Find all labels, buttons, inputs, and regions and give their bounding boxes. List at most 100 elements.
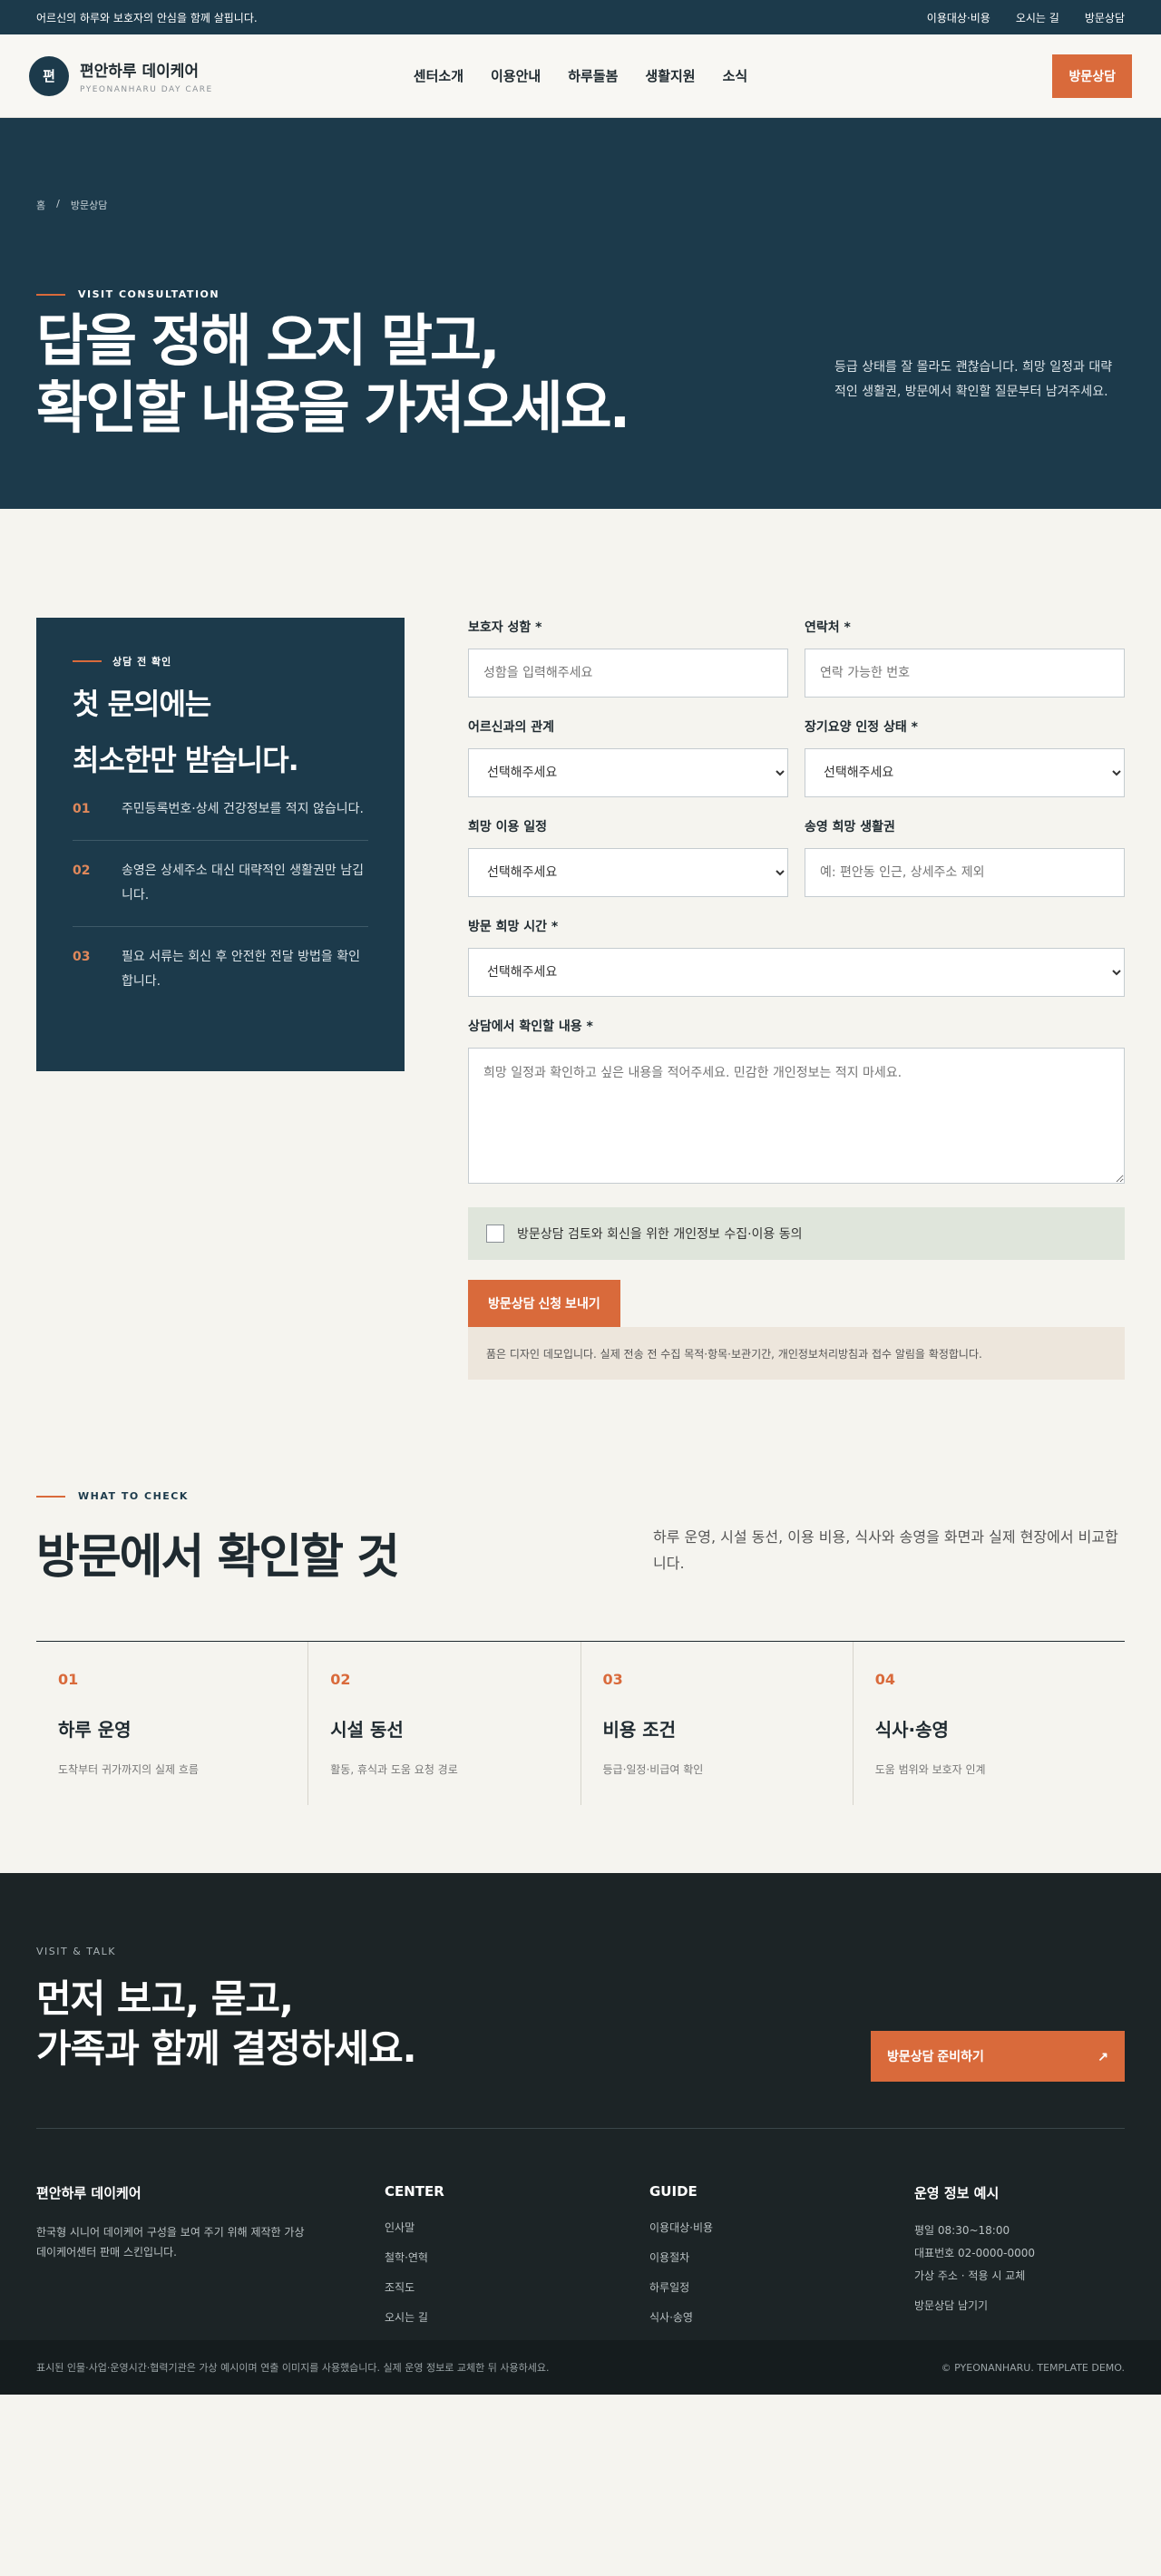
nav-item-support[interactable]: 생활지원 (645, 66, 695, 85)
footer-link[interactable]: 방문상담 남기기 (914, 2298, 1035, 2313)
check-item: 04 식사·송영도움 범위와 보호자 인계 (854, 1642, 1125, 1805)
breadcrumb-home[interactable]: 홈 (36, 198, 45, 212)
check-title: 방문에서 확인할 것 (36, 1530, 400, 1585)
check-eyebrow: WHAT TO CHECK (36, 1490, 1125, 1502)
check-item-desc: 도움 범위와 보호자 인계 (874, 1763, 986, 1776)
check-item: 02 시설 동선활동, 휴식과 도움 요청 경로 (308, 1642, 581, 1805)
form-section: 상담 전 확인 첫 문의에는최소한만 받습니다. 01 주민등록번호·상세 건강정… (0, 509, 1161, 1490)
check-item-number: 02 (330, 1671, 351, 1688)
topbar-message: 어르신의 하루와 보호자의 안심을 함께 살핍니다. (36, 11, 258, 24)
list-item: 03 필요 서류는 회신 후 안전한 전달 방법을 확인합니다. (73, 926, 368, 1012)
schedule-select[interactable]: 선택해주세요 (468, 848, 788, 897)
content-textarea[interactable] (468, 1048, 1125, 1184)
footer-col-title: CENTER (385, 2183, 444, 2200)
footer: VISIT & TALK 먼저 보고, 묻고, 가족과 함께 결정하세요. 방문상… (0, 1873, 1161, 2395)
check-item-desc: 등급·일정·비급여 확인 (602, 1763, 704, 1776)
content-label: 상담에서 확인할 내용 * (468, 1020, 593, 1034)
footer-info: 평일 08:30~18:00 (914, 2224, 1010, 2237)
footer-col-title: 운영 정보 예시 (914, 2185, 1000, 2201)
side-list: 01 주민등록번호·상세 건강정보를 적지 않습니다. 02 송영은 상세주소 대신… (73, 797, 368, 1012)
time-select[interactable]: 선택해주세요 (468, 948, 1125, 997)
check-item-number: 01 (58, 1671, 79, 1688)
form-notice: 품은 디자인 데모입니다. 실제 전송 전 수집 목적·항목·보관기간, 개인정… (468, 1327, 1125, 1380)
footer-disclaimer: 표시된 인물·사업·운영시간·협력기관은 가상 예시이며 연출 이미지를 사용했… (36, 2362, 550, 2374)
footer-visit-label: 방문상담 준비하기 (887, 2049, 984, 2064)
area-input[interactable] (805, 848, 1125, 897)
check-description: 하루 운영, 시설 동선, 이용 비용, 식사와 송영을 화면과 실제 현장에서… (653, 1528, 1118, 1572)
footer-copyright: © PYEONANHARU. TEMPLATE DEMO. (941, 2361, 1125, 2374)
side-card: 상담 전 확인 첫 문의에는최소한만 받습니다. 01 주민등록번호·상세 건강정… (36, 618, 405, 1071)
footer-link[interactable]: 하루일정 (649, 2279, 914, 2295)
footer-info: 가상 주소 · 적용 시 교체 (914, 2269, 1026, 2282)
guardian-name-input[interactable] (468, 649, 788, 698)
arrow-up-right-icon: ↗ (1098, 2048, 1108, 2064)
nav-item-about[interactable]: 센터소개 (414, 66, 463, 85)
check-item-desc: 활동, 휴식과 도움 요청 경로 (330, 1763, 458, 1776)
side-title-line2: 최소한만 받습니다. (73, 743, 299, 777)
footer-col-info: 운영 정보 예시 평일 08:30~18:00 대표번호 02-0000-000… (914, 2183, 1035, 2339)
breadcrumb-current: 방문상담 (70, 200, 108, 211)
logo-name: 편안하루 데이케어 (80, 62, 200, 81)
list-item-number: 01 (73, 802, 91, 816)
logo[interactable]: 편 편안하루 데이케어 PYEONANHARU DAY CARE (29, 55, 213, 96)
consent-label: 방문상담 검토와 회신을 위한 개인정보 수집·이용 동의 (517, 1227, 803, 1242)
check-item-number: 03 (602, 1671, 623, 1688)
check-grid: 01 하루 운영도착부터 귀가까지의 실제 흐름 02 시설 동선활동, 휴식과 도… (36, 1641, 1125, 1805)
check-item-desc: 도착부터 귀가까지의 실제 흐름 (58, 1763, 199, 1776)
check-item-number: 04 (874, 1671, 896, 1688)
list-item: 01 주민등록번호·상세 건강정보를 적지 않습니다. (73, 797, 368, 840)
header-visit-button[interactable]: 방문상담 (1052, 54, 1132, 98)
topbar-link-visit[interactable]: 방문상담 (1085, 10, 1125, 25)
grade-label: 장기요양 인정 상태 * (805, 720, 918, 735)
consent-checkbox[interactable] (486, 1225, 504, 1243)
footer-info: 대표번호 02-0000-0000 (914, 2247, 1035, 2259)
hero-eyebrow-text: VISIT CONSULTATION (78, 288, 220, 300)
relation-label: 어르신과의 관계 (468, 720, 555, 735)
footer-bottom: 표시된 인물·사업·운영시간·협력기관은 가상 예시이며 연출 이미지를 사용했… (0, 2340, 1161, 2395)
check-item-title: 식사·송영 (874, 1719, 949, 1741)
side-eyebrow-text: 상담 전 확인 (112, 656, 172, 668)
footer-link[interactable]: 식사·송영 (649, 2309, 914, 2325)
footer-visit-button[interactable]: 방문상담 준비하기 ↗ (871, 2031, 1125, 2082)
list-item-text: 송영은 상세주소 대신 대략적인 생활권만 남깁니다. (122, 864, 364, 903)
footer-brand: 편안하루 데이케어 한국형 시니어 데이케어 구성을 보여 주기 위해 제작한 … (36, 2183, 385, 2339)
footer-brand-desc: 한국형 시니어 데이케어 구성을 보여 주기 위해 제작한 가상 데이케어센터 … (36, 2226, 305, 2259)
consent-row[interactable]: 방문상담 검토와 회신을 위한 개인정보 수집·이용 동의 (468, 1207, 1125, 1260)
topbar-links: 이용대상·비용 오시는 길 방문상담 (927, 10, 1125, 25)
check-item: 03 비용 조건등급·일정·비급여 확인 (581, 1642, 854, 1805)
phone-input[interactable] (805, 649, 1125, 698)
relation-select[interactable]: 선택해주세요 (468, 748, 788, 797)
check-item-title: 하루 운영 (58, 1719, 132, 1741)
footer-link[interactable]: 이용대상·비용 (649, 2220, 914, 2235)
footer-eyebrow: VISIT & TALK (36, 1946, 117, 1957)
footer-link[interactable]: 오시는 길 (385, 2309, 649, 2325)
check-item: 01 하루 운영도착부터 귀가까지의 실제 흐름 (36, 1642, 309, 1805)
hero-description: 등급 상태를 잘 몰라도 괜찮습니다. 희망 일정과 대략적인 생활권, 방문에… (834, 360, 1113, 399)
area-label: 송영 희망 생활권 (805, 820, 895, 834)
topbar-link-fees[interactable]: 이용대상·비용 (927, 10, 990, 25)
footer-link[interactable]: 철학·연혁 (385, 2249, 649, 2265)
page-title-line2: 확인할 내용을 가져오세요. (36, 375, 630, 441)
side-title: 첫 문의에는최소한만 받습니다. (73, 676, 368, 788)
list-item-text: 필요 서류는 회신 후 안전한 전달 방법을 확인합니다. (122, 950, 360, 989)
footer-col-guide: GUIDE 이용대상·비용 이용절차 하루일정 식사·송영 (649, 2183, 914, 2339)
nav-item-news[interactable]: 소식 (723, 66, 748, 85)
logo-mark: 편 (29, 55, 69, 96)
breadcrumb: 홈 / 방문상담 (36, 198, 1125, 212)
footer-link[interactable]: 조직도 (385, 2279, 649, 2295)
page-title-line1: 답을 정해 오지 말고, (36, 307, 501, 374)
submit-button[interactable]: 방문상담 신청 보내기 (468, 1280, 620, 1327)
check-item-title: 시설 동선 (330, 1719, 404, 1741)
nav-item-guide[interactable]: 이용안내 (491, 66, 541, 85)
side-title-line1: 첫 문의에는 (73, 687, 211, 721)
hero: 홈 / 방문상담 VISIT CONSULTATION 답을 정해 오지 말고,… (0, 118, 1161, 509)
footer-link[interactable]: 이용절차 (649, 2249, 914, 2265)
breadcrumb-separator: / (56, 198, 60, 210)
topbar-link-directions[interactable]: 오시는 길 (1016, 10, 1059, 25)
nav-item-daycare[interactable]: 하루돌봄 (568, 66, 618, 85)
footer-link[interactable]: 인사말 (385, 2220, 649, 2235)
list-item: 02 송영은 상세주소 대신 대략적인 생활권만 남깁니다. (73, 840, 368, 926)
footer-title-line2: 가족과 함께 결정하세요. (36, 2026, 417, 2071)
check-item-title: 비용 조건 (602, 1719, 677, 1741)
grade-select[interactable]: 선택해주세요 (805, 748, 1125, 797)
